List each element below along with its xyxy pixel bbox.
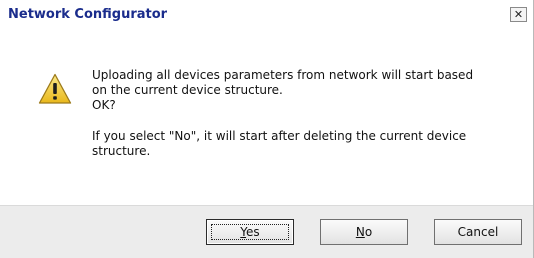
message-line-1: Uploading all devices parameters from ne…	[92, 68, 474, 112]
button-bar: Yes No Cancel	[0, 205, 533, 258]
cancel-button[interactable]: Cancel	[434, 219, 522, 245]
dialog-window: Network Configurator ✕ Uploading all dev…	[0, 0, 534, 258]
message-text: Uploading all devices parameters from ne…	[92, 68, 517, 159]
no-accelerator: N	[355, 225, 365, 239]
cancel-button-label: Cancel	[457, 225, 499, 239]
warning-icon	[38, 73, 72, 104]
title-bar[interactable]: Network Configurator ✕	[0, 0, 533, 30]
close-icon: ✕	[513, 8, 524, 21]
close-button[interactable]: ✕	[510, 7, 527, 22]
no-label-rest: o	[364, 225, 373, 239]
yes-button[interactable]: Yes	[206, 219, 294, 245]
no-button[interactable]: No	[320, 219, 408, 245]
no-button-label: No	[356, 225, 372, 239]
window-title: Network Configurator	[8, 7, 168, 22]
message-line-2: If you select "No", it will start after …	[92, 129, 467, 158]
focus-ring	[211, 224, 289, 240]
